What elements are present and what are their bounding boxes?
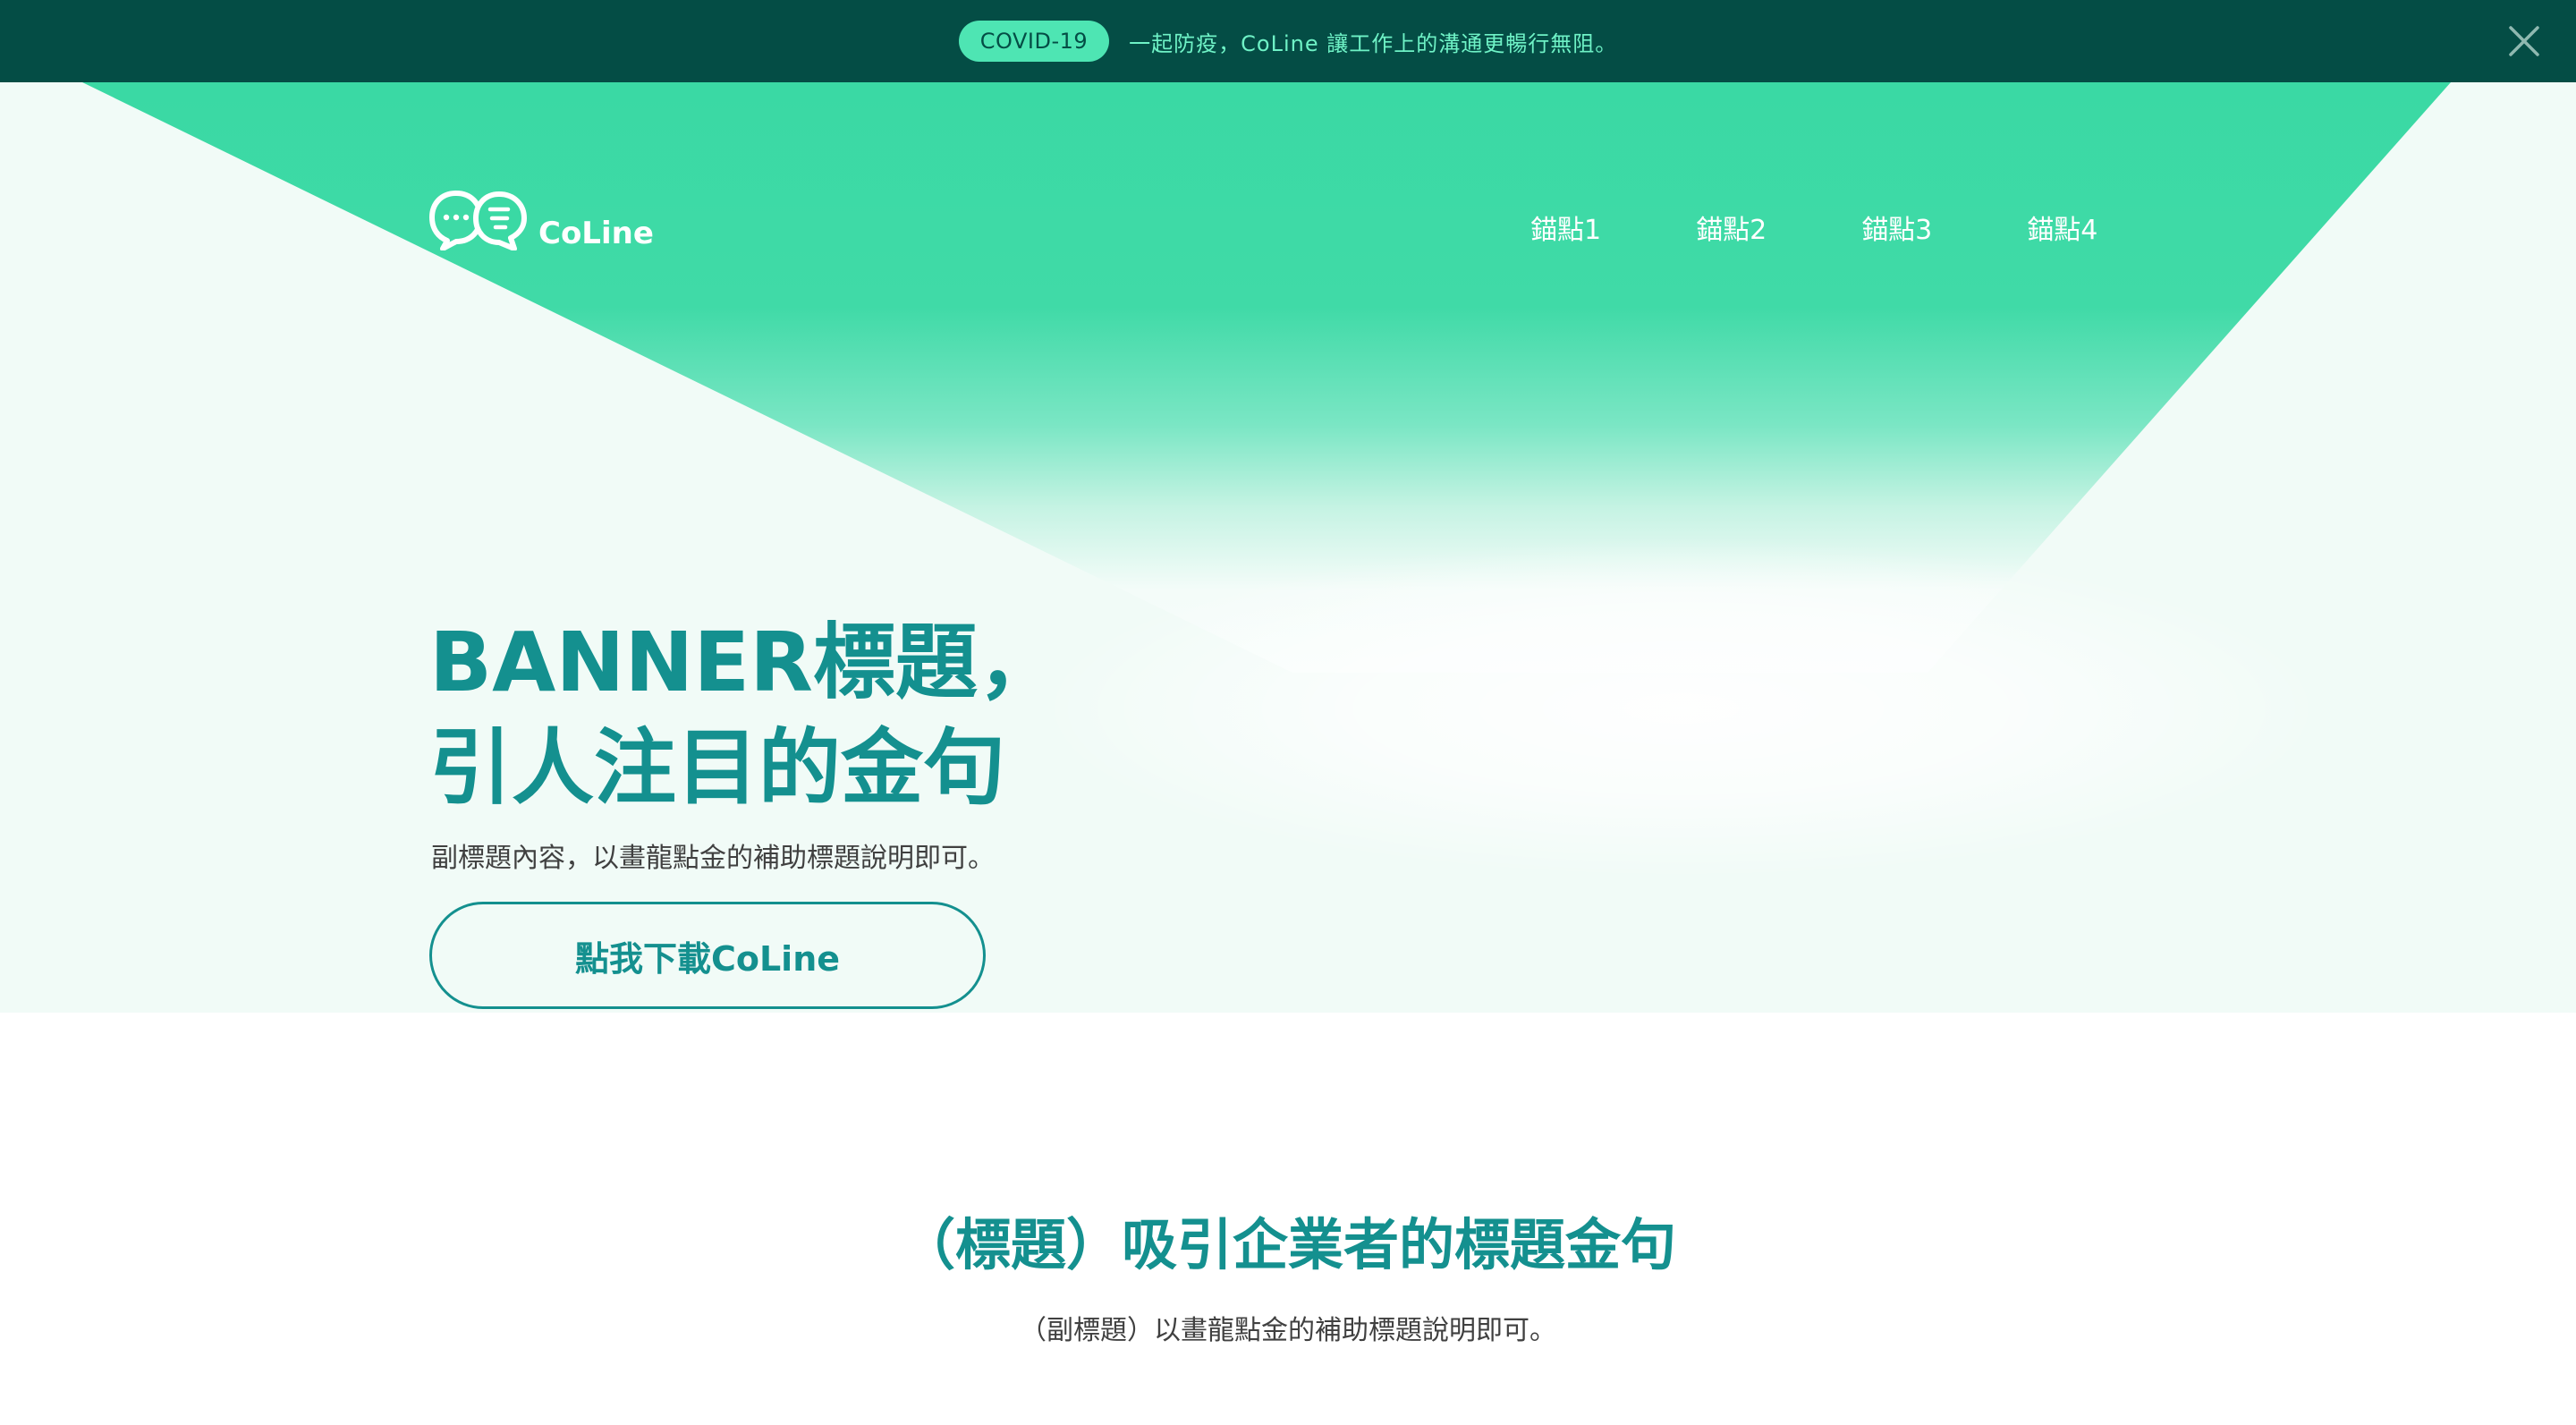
nav-anchor-3[interactable]: 錨點3 <box>1861 208 1932 247</box>
logo-text: CoLine <box>538 216 654 251</box>
announcement-content: COVID-19 一起防疫，CoLine 讓工作上的溝通更暢行無阻。 <box>0 0 2576 82</box>
announcement-bar: COVID-19 一起防疫，CoLine 讓工作上的溝通更暢行無阻。 <box>0 0 2576 82</box>
hero-background <box>82 82 2451 878</box>
hero-title: BANNER標題， 引人注目的金句 <box>429 610 1060 821</box>
download-coline-button[interactable]: 點我下載CoLine <box>429 902 986 1009</box>
hero-subtitle: 副標題內容，以畫龍點金的補助標題說明即可。 <box>431 843 995 874</box>
hero-banner: CoLine 錨點1 錨點2 錨點3 錨點4 BANNER標題， 引人注目的金句… <box>0 82 2576 1013</box>
announcement-text: 一起防疫，CoLine 讓工作上的溝通更暢行無阻。 <box>1129 30 1618 56</box>
close-icon[interactable] <box>2506 23 2542 59</box>
hero-title-line-1: BANNER標題， <box>429 615 1061 710</box>
section-title: （標題）吸引企業者的標題金句 <box>899 1212 1676 1277</box>
coline-logo[interactable]: CoLine <box>429 190 654 250</box>
nav-anchor-1[interactable]: 錨點1 <box>1530 208 1601 247</box>
main-nav: 錨點1 錨點2 錨點3 錨點4 <box>1530 208 2097 247</box>
covid-badge: COVID-19 <box>958 21 1110 62</box>
nav-anchor-4[interactable]: 錨點4 <box>2027 208 2097 247</box>
section-subtitle: （副標題）以畫龍點金的補助標題說明即可。 <box>1020 1315 1556 1346</box>
chat-bubbles-logo-icon <box>429 191 527 250</box>
nav-anchor-2[interactable]: 錨點2 <box>1696 208 1767 247</box>
hero-title-line-2: 引人注目的金句 <box>429 720 1006 816</box>
